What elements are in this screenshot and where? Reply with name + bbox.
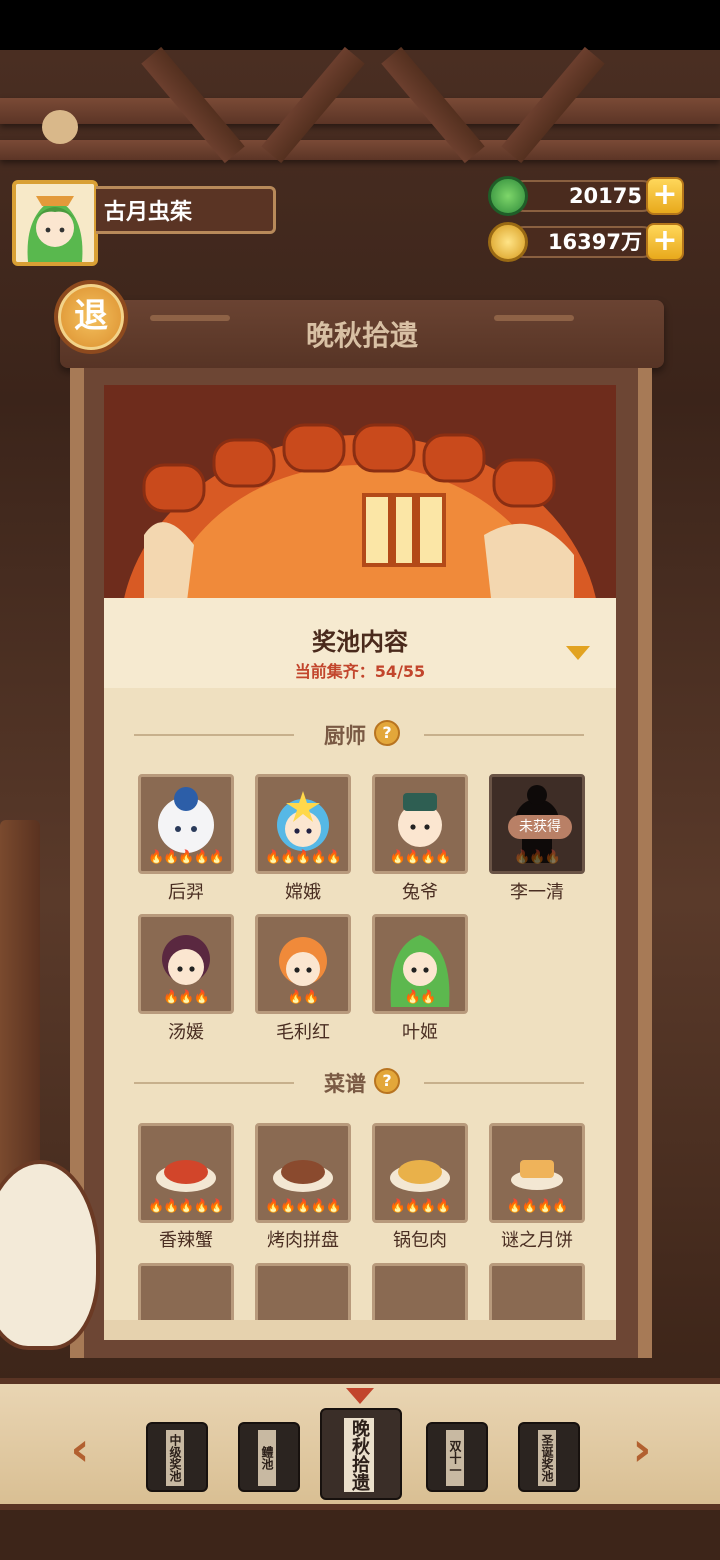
chef-name: 嫦娥 bbox=[285, 882, 321, 903]
pool-tab-bar: 中级奖池 鳢池 晚秋拾遗 双十一 圣诞奖池 bbox=[0, 1378, 720, 1510]
divider bbox=[134, 1082, 294, 1084]
recipe-name: 香辣蟹 bbox=[159, 1230, 213, 1251]
chefs-section-header: 厨师 ? bbox=[134, 720, 584, 750]
recipe-name: 烤肉拼盘 bbox=[267, 1230, 339, 1251]
chef-card[interactable]: 🔥🔥 bbox=[372, 914, 468, 1014]
star-rating: 🔥🔥🔥🔥🔥 bbox=[148, 850, 225, 865]
tab-label: 中级奖池 bbox=[166, 1430, 184, 1486]
avatar-portrait-icon bbox=[16, 184, 94, 262]
chef-name: 叶姬 bbox=[402, 1022, 438, 1043]
jade-amount: 20175 bbox=[508, 180, 658, 212]
jade-icon bbox=[488, 176, 528, 216]
star-rating: 🔥🔥🔥🔥 bbox=[389, 850, 452, 865]
banner-illustration bbox=[104, 385, 616, 625]
player-name: 古月虫茱 bbox=[96, 186, 276, 234]
star-rating: 🔥🔥🔥🔥🔥 bbox=[148, 1199, 225, 1214]
recipes-section-title: 菜谱 bbox=[324, 1072, 366, 1096]
tab-book[interactable]: 圣诞奖池 bbox=[518, 1422, 580, 1492]
prev-arrow-icon[interactable]: ‹ bbox=[60, 1426, 100, 1472]
chef-card[interactable]: 🔥🔥🔥🔥🔥 bbox=[138, 774, 234, 874]
player-avatar[interactable] bbox=[12, 180, 98, 266]
star-rating: 🔥🔥🔥🔥 bbox=[506, 1199, 569, 1214]
next-arrow-icon[interactable]: › bbox=[622, 1426, 662, 1472]
tab-label: 圣诞奖池 bbox=[538, 1430, 556, 1486]
tab-label: 鳢池 bbox=[258, 1430, 276, 1486]
tab-book-active[interactable]: 晚秋拾遗 bbox=[320, 1408, 402, 1500]
star-rating: 🔥🔥 bbox=[287, 990, 319, 1005]
recipe-card[interactable]: 🔥🔥🔥🔥 bbox=[372, 1123, 468, 1223]
chef-name: 后羿 bbox=[168, 882, 204, 903]
recipe-card[interactable] bbox=[255, 1263, 351, 1328]
add-jade-button[interactable]: + bbox=[646, 177, 684, 215]
pavilion-roof-illustration bbox=[104, 385, 616, 625]
chefs-section-title: 厨师 bbox=[324, 724, 366, 748]
star-rating: 🔥🔥🔥 bbox=[514, 850, 561, 865]
coin-amount: 16397万 bbox=[508, 226, 658, 258]
recipe-card[interactable]: 🔥🔥🔥🔥🔥 bbox=[255, 1123, 351, 1223]
chef-name: 毛利红 bbox=[276, 1022, 330, 1043]
chef-card[interactable]: 🔥🔥 bbox=[255, 914, 351, 1014]
chefs-help-icon[interactable]: ? bbox=[374, 720, 400, 746]
pool-header: 奖池内容 当前集齐：54/55 bbox=[104, 598, 616, 688]
tab-label: 双十一 bbox=[446, 1430, 464, 1486]
prize-pool-panel: 奖池内容 当前集齐：54/55 厨师 ? 🔥🔥🔥🔥🔥 后羿 🔥🔥🔥🔥🔥 嫦娥 🔥… bbox=[104, 598, 616, 1328]
recipe-card[interactable] bbox=[372, 1263, 468, 1328]
ceiling-beam bbox=[0, 98, 720, 124]
star-rating: 🔥🔥🔥🔥 bbox=[389, 1199, 452, 1214]
jade-currency: 20175 + bbox=[488, 176, 688, 216]
recipe-card[interactable] bbox=[138, 1263, 234, 1328]
divider bbox=[424, 734, 584, 736]
star-rating: 🔥🔥🔥 bbox=[163, 990, 210, 1005]
tab-book[interactable]: 双十一 bbox=[426, 1422, 488, 1492]
chef-name: 汤媛 bbox=[168, 1022, 204, 1043]
chef-card[interactable]: 🔥🔥🔥🔥 bbox=[372, 774, 468, 874]
chef-card[interactable]: 🔥🔥🔥🔥🔥 bbox=[255, 774, 351, 874]
brush-handle bbox=[0, 820, 40, 1200]
ceiling-beam bbox=[0, 140, 720, 160]
coin-icon bbox=[488, 222, 528, 262]
scroll-bottom-edge bbox=[104, 1320, 616, 1340]
pool-title: 奖池内容 bbox=[312, 628, 408, 656]
collapse-arrow-icon[interactable] bbox=[566, 646, 590, 660]
recipe-name: 锅包肉 bbox=[393, 1230, 447, 1251]
recipes-section-header: 菜谱 ? bbox=[134, 1068, 584, 1098]
star-rating: 🔥🔥🔥🔥🔥 bbox=[265, 850, 342, 865]
recipe-card[interactable] bbox=[489, 1263, 585, 1328]
add-coin-button[interactable]: + bbox=[646, 223, 684, 261]
chef-name: 兔爷 bbox=[402, 882, 438, 903]
coin-currency: 16397万 + bbox=[488, 222, 688, 262]
chef-card[interactable]: 🔥🔥🔥 bbox=[138, 914, 234, 1014]
divider bbox=[424, 1082, 584, 1084]
pool-progress: 当前集齐：54/55 bbox=[294, 662, 426, 681]
game-scene: 古月虫茱 20175 + 16397万 + 晚秋拾遗 退 奖池内容 当前集齐：5… bbox=[0, 0, 720, 1560]
divider bbox=[134, 734, 294, 736]
star-rating: 🔥🔥🔥🔥🔥 bbox=[265, 1199, 342, 1214]
not-obtained-badge: 未获得 bbox=[508, 815, 572, 839]
active-tab-marker-icon bbox=[346, 1388, 374, 1404]
recipe-card[interactable]: 🔥🔥🔥🔥🔥 bbox=[138, 1123, 234, 1223]
page-title: 晚秋拾遗 bbox=[305, 319, 418, 352]
tab-book[interactable]: 鳢池 bbox=[238, 1422, 300, 1492]
chick-decoration bbox=[42, 110, 78, 144]
recipe-name: 谜之月饼 bbox=[501, 1230, 573, 1251]
chef-card-locked[interactable]: 未获得 🔥🔥🔥 bbox=[489, 774, 585, 874]
exit-button[interactable]: 退 bbox=[54, 280, 128, 354]
star-rating: 🔥🔥 bbox=[404, 990, 436, 1005]
title-bar: 晚秋拾遗 bbox=[60, 300, 664, 368]
tab-book[interactable]: 中级奖池 bbox=[146, 1422, 208, 1492]
recipe-card[interactable]: 🔥🔥🔥🔥 bbox=[489, 1123, 585, 1223]
tab-label: 晚秋拾遗 bbox=[344, 1418, 374, 1492]
chef-name: 李一清 bbox=[510, 882, 564, 903]
recipes-help-icon[interactable]: ? bbox=[374, 1068, 400, 1094]
